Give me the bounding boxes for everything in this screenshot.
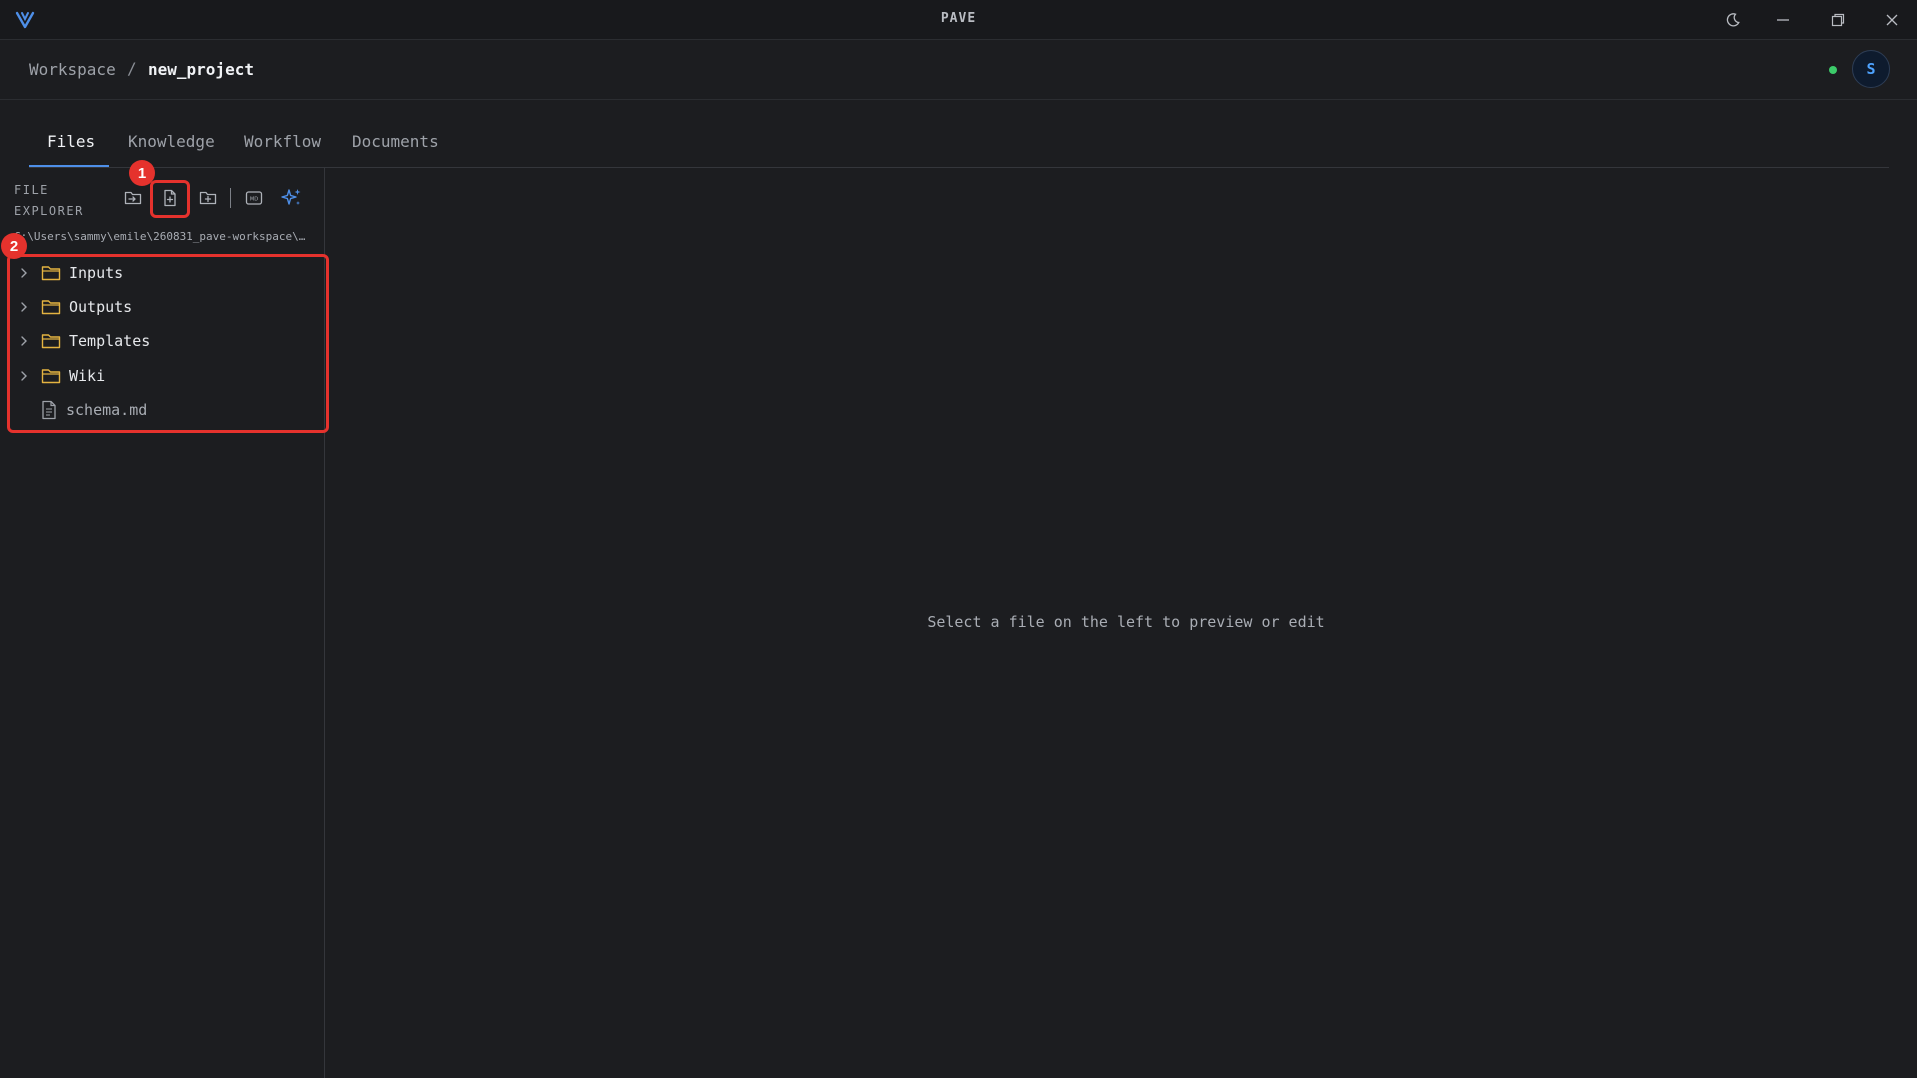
file-explorer-title: FILE EXPLORER [14,183,84,218]
theme-toggle-icon [1725,12,1741,28]
workspace-path: C:\Users\sammy\emile\260831_pave-workspa… [14,230,312,243]
annotation-box-file-tree [7,254,329,433]
annotation-badge-2: 2 [1,233,27,259]
empty-state-message: Select a file on the left to preview or … [927,613,1325,631]
app-title: PAVE [940,11,977,26]
tab-workflow[interactable]: Workflow [244,132,321,151]
annotation-box-new-file [150,180,190,218]
title-bar: PAVE [0,0,1917,40]
markdown-icon: MD [244,188,264,208]
toolbar-divider [230,188,231,208]
connection-status-dot [1829,66,1837,74]
ai-sparkle-icon [281,187,303,209]
new-folder-button[interactable] [196,186,220,210]
open-folder-icon [123,188,143,208]
markdown-button[interactable]: MD [242,186,266,210]
minimize-icon [1776,13,1790,27]
annotation-badge-1: 1 [129,160,155,186]
tab-knowledge[interactable]: Knowledge [128,132,215,151]
close-icon [1885,13,1899,27]
restore-button[interactable] [1826,8,1850,32]
open-folder-button[interactable] [121,186,145,210]
tab-documents[interactable]: Documents [352,132,439,151]
new-folder-icon [198,188,218,208]
main-tabs: Files Knowledge Workflow Documents [29,122,1889,168]
breadcrumb-workspace[interactable]: Workspace [29,60,116,79]
tab-files[interactable]: Files [47,132,95,151]
theme-toggle-button[interactable] [1721,8,1745,32]
active-tab-indicator [29,165,109,167]
svg-text:MD: MD [250,197,258,203]
close-button[interactable] [1880,8,1904,32]
page-header: Workspace / new_project S [0,40,1917,100]
minimize-button[interactable] [1771,8,1795,32]
ai-assist-button[interactable] [280,186,304,210]
restore-icon [1831,13,1845,27]
avatar[interactable]: S [1852,50,1890,88]
breadcrumb-separator: / [127,59,137,78]
preview-panel: Select a file on the left to preview or … [325,168,1917,1078]
breadcrumb-current-project: new_project [148,60,254,79]
